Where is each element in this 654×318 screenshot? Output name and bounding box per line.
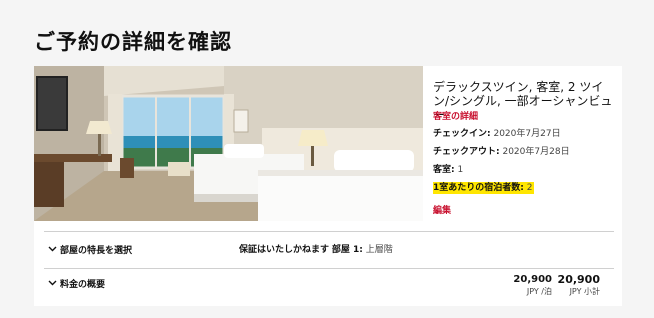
guarantee-info: 保証はいたしかねます 部屋 1: 上層階 [239, 242, 393, 255]
subtotal-amount: 20,900 [557, 273, 600, 286]
checkout-label: チェックアウト: [433, 147, 500, 157]
room-features-toggle[interactable]: 部屋の特長を選択 [48, 243, 132, 256]
guests-highlight: 1室あたりの宿泊者数: 2 [433, 182, 535, 194]
rooms-value: 1 [457, 165, 464, 175]
divider [44, 231, 614, 232]
guests-row: 1室あたりの宿泊者数: 2 [433, 180, 535, 194]
room-details-link[interactable]: 客室の詳細 [433, 109, 478, 122]
subtotal-price: 20,900 JPY 小計 [556, 274, 600, 297]
guests-label: 1室あたりの宿泊者数: [433, 183, 524, 193]
guarantee-label: 保証はいたしかねます [239, 245, 330, 255]
price-summary-toggle[interactable]: 料金の概要 [48, 277, 105, 290]
room-feature-label: 部屋 1: [331, 245, 363, 255]
room-feature-value: 上層階 [365, 245, 393, 255]
divider [44, 268, 614, 269]
nightly-amount: 20,900 [513, 274, 552, 285]
page-title: ご予約の詳細を確認 [34, 30, 232, 54]
chevron-down-icon [48, 245, 57, 255]
rooms-row: 客室: 1 [433, 162, 463, 175]
checkout-row: チェックアウト: 2020年7月28日 [433, 144, 570, 157]
checkin-value: 2020年7月27日 [493, 129, 561, 139]
price-summary-label: 料金の概要 [60, 280, 106, 290]
checkin-row: チェックイン: 2020年7月27日 [433, 126, 561, 139]
checkout-value: 2020年7月28日 [502, 147, 570, 157]
nightly-price: 20,900 JPY /泊 [506, 274, 552, 297]
nightly-label: JPY /泊 [526, 287, 552, 296]
chevron-down-icon [48, 279, 57, 289]
rooms-label: 客室: [433, 165, 455, 175]
guests-value: 2 [526, 183, 533, 193]
room-features-label: 部屋の特長を選択 [60, 246, 133, 256]
subtotal-label: JPY 小計 [569, 287, 600, 296]
reservation-card: デラックスツイン, 客室, 2 ツイン/シングル, 一部オーシャンビュー 客室の… [34, 66, 622, 306]
checkin-label: チェックイン: [433, 129, 491, 139]
edit-link[interactable]: 編集 [433, 203, 451, 216]
room-photo [34, 66, 423, 221]
